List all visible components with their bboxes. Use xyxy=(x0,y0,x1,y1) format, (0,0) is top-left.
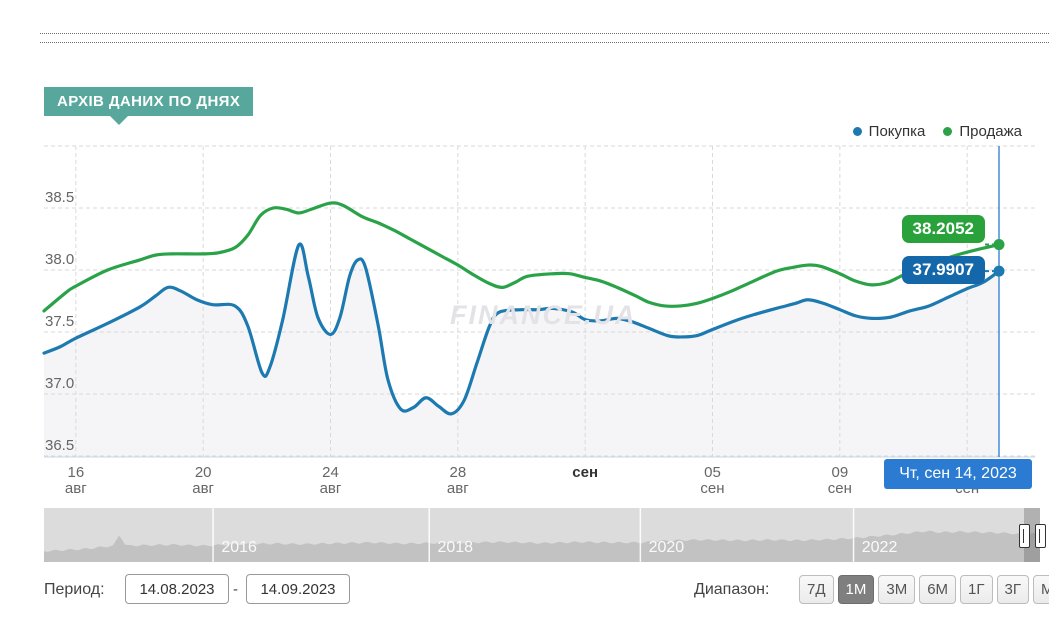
x-tick-line2: авг xyxy=(171,481,235,496)
chart-plot xyxy=(0,0,1049,505)
buy-value-label: 37.9907 xyxy=(902,256,985,284)
y-tick-label: 36.5 xyxy=(45,437,74,454)
navigator-year-label: 2020 xyxy=(649,539,685,557)
range-button-1Г[interactable]: 1Г xyxy=(960,575,992,604)
period-to-input[interactable] xyxy=(246,574,350,604)
period-label: Период: xyxy=(44,581,105,599)
y-tick-label: 37.5 xyxy=(45,313,74,330)
buy-area-fill xyxy=(44,244,999,457)
crosshair-tooltip: Чт, сен 14, 2023 xyxy=(884,459,1032,489)
range-buttons: 7Д1М3М6М1Г3ГMAX xyxy=(799,575,1049,604)
x-tick-label: 24авг xyxy=(299,465,363,496)
bottom-controls: Период: - Диапазон: 7Д1М3М6М1Г3ГMAX xyxy=(0,570,1049,610)
navigator[interactable]: 2016 2018 2020 2022 xyxy=(44,508,1040,562)
x-tick-line2: авг xyxy=(299,481,363,496)
range-button-3Г[interactable]: 3Г xyxy=(997,575,1029,604)
period-separator: - xyxy=(233,581,238,598)
x-tick-line1: 16 xyxy=(67,464,84,481)
x-tick-line2: авг xyxy=(44,481,108,496)
navigator-year-divider xyxy=(429,508,431,562)
x-tick-label: 20авг xyxy=(171,465,235,496)
range-button-6М[interactable]: 6М xyxy=(919,575,956,604)
sell-value-label: 38.2052 xyxy=(902,215,985,243)
navigator-year-divider xyxy=(640,508,642,562)
range-button-MAX[interactable]: MAX xyxy=(1033,575,1049,604)
x-tick-label: 09сен xyxy=(808,465,872,496)
x-tick-line1: 09 xyxy=(831,464,848,481)
navigator-year-label: 2016 xyxy=(221,539,257,557)
x-tick-label: 05сен xyxy=(681,465,745,496)
navigator-left-handle[interactable] xyxy=(1019,524,1030,548)
navigator-right-handle[interactable] xyxy=(1035,524,1046,548)
x-tick-line1: 20 xyxy=(195,464,212,481)
navigator-year-label: 2018 xyxy=(437,539,473,557)
x-tick-line1: 24 xyxy=(322,464,339,481)
x-tick-label: сен xyxy=(553,465,617,480)
y-tick-label: 38.0 xyxy=(45,251,74,268)
sell-last-marker xyxy=(994,239,1005,250)
y-tick-label: 38.5 xyxy=(45,189,74,206)
watermark: FINANCE.UA xyxy=(450,300,637,331)
x-tick-line1: 05 xyxy=(704,464,721,481)
y-tick-label: 37.0 xyxy=(45,375,74,392)
range-button-7Д[interactable]: 7Д xyxy=(799,575,834,604)
navigator-year-label: 2022 xyxy=(862,539,898,557)
period-from-input[interactable] xyxy=(125,574,229,604)
x-tick-label: 16авг xyxy=(44,465,108,496)
page-root: АРХІВ ДАНИХ ПО ДНЯХ ПокупкаПродажа 36.53… xyxy=(0,0,1049,643)
range-button-3М[interactable]: 3М xyxy=(878,575,915,604)
navigator-year-divider xyxy=(853,508,855,562)
navigator-year-divider xyxy=(212,508,214,562)
x-tick-line2: сен xyxy=(681,481,745,496)
buy-last-marker xyxy=(994,266,1005,277)
x-tick-label: 28авг xyxy=(426,465,490,496)
range-button-1М[interactable]: 1М xyxy=(838,575,875,604)
x-tick-line1: 28 xyxy=(449,464,466,481)
range-label: Диапазон: xyxy=(694,581,769,599)
x-tick-line1: сен xyxy=(572,464,598,481)
x-tick-line2: авг xyxy=(426,481,490,496)
x-tick-line2: сен xyxy=(808,481,872,496)
